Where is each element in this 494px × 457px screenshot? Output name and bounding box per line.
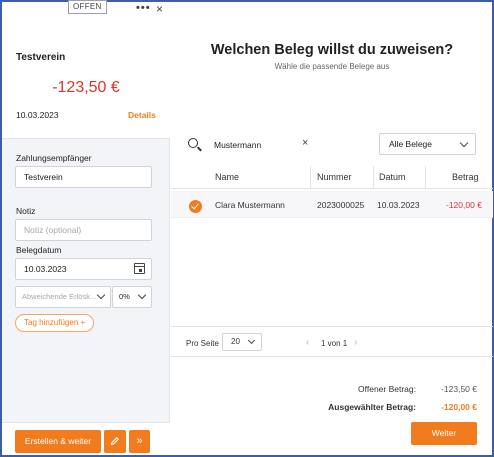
chevron-down-icon	[137, 290, 147, 300]
edit-button[interactable]	[104, 430, 126, 453]
pencil-icon	[110, 436, 120, 446]
row-amount: -120,00 €	[446, 200, 482, 210]
selected-amount-label: Ausgewählter Betrag:	[328, 402, 416, 412]
payee-label: Zahlungsempfänger	[16, 153, 92, 163]
column-divider	[425, 166, 426, 188]
add-tag-button[interactable]: Tag hinzufügen +	[15, 314, 95, 332]
create-and-continue-button[interactable]: Erstellen & weiter	[15, 430, 101, 453]
divider	[171, 326, 493, 327]
forward-button[interactable]: »	[129, 430, 150, 453]
divider	[171, 356, 493, 357]
row-number: 2023000025	[317, 200, 365, 210]
next-button[interactable]: Weiter	[411, 422, 477, 445]
transaction-date: 10.03.2023	[16, 110, 59, 120]
page-subtitle: Wähle die passende Belege aus	[274, 62, 390, 71]
column-header-number[interactable]: Nummer	[317, 172, 352, 182]
close-icon[interactable]: ×	[156, 2, 163, 16]
revenue-account-select[interactable]: Abweichende Erlösk...	[15, 286, 111, 308]
page-info: 1 von 1	[321, 339, 348, 348]
status-badge: OFFEN	[68, 0, 107, 14]
filter-value: Alle Belege	[389, 139, 433, 149]
selected-check-icon[interactable]	[189, 200, 202, 213]
search-icon[interactable]	[188, 138, 198, 148]
transaction-summary: OFFEN ••• × Testverein -123,50 € 10.03.2…	[2, 0, 170, 139]
search-input[interactable]: Mustermann	[214, 140, 261, 150]
document-filter-select[interactable]: Alle Belege	[379, 133, 476, 155]
row-date: 10.03.2023	[377, 200, 420, 210]
doc-date-value: 10.03.2023	[24, 264, 67, 274]
doc-date-field[interactable]: 10.03.2023	[15, 258, 152, 280]
table-header: Name Nummer Datum Betrag	[171, 164, 493, 189]
prev-page-icon[interactable]: ‹	[306, 337, 309, 348]
per-page-select[interactable]: 20	[222, 333, 262, 351]
column-divider	[310, 166, 311, 188]
open-amount-value: -123,50 €	[441, 384, 477, 394]
chevron-down-icon	[96, 290, 106, 300]
note-label: Notiz	[16, 206, 36, 216]
column-header-amount[interactable]: Betrag	[452, 172, 479, 182]
chevron-down-icon	[247, 336, 256, 345]
column-header-name[interactable]: Name	[215, 172, 239, 182]
tax-rate-select[interactable]: 0%	[112, 286, 152, 308]
table-row[interactable]: Clara Mustermann 2023000025 10.03.2023 -…	[171, 191, 493, 218]
per-page-label: Pro Seite	[186, 339, 219, 348]
vendor-name: Testverein	[16, 52, 66, 63]
note-field[interactable]: Notiz (optional)	[15, 219, 152, 241]
transaction-amount: -123,50 €	[52, 79, 120, 96]
row-name: Clara Mustermann	[215, 200, 285, 210]
doc-date-label: Belegdatum	[16, 245, 62, 255]
tax-rate-value: 0%	[119, 292, 130, 301]
selected-amount-value: -120,00 €	[441, 402, 477, 412]
transaction-panel: OFFEN ••• × Testverein -123,50 € 10.03.2…	[2, 0, 170, 455]
details-link[interactable]: Details	[128, 110, 156, 120]
revenue-account-placeholder: Abweichende Erlösk...	[22, 292, 97, 301]
clear-search-icon[interactable]: ×	[302, 137, 308, 149]
column-header-date[interactable]: Datum	[379, 172, 406, 182]
more-options-icon[interactable]: •••	[136, 2, 151, 14]
page-title: Welchen Beleg willst du zuweisen?	[210, 42, 454, 58]
chevron-down-icon	[459, 138, 469, 148]
next-page-icon[interactable]: ›	[354, 337, 357, 348]
calendar-icon[interactable]	[134, 263, 145, 274]
open-amount-label: Offener Betrag:	[358, 384, 416, 394]
column-divider	[373, 166, 374, 188]
per-page-value: 20	[231, 337, 240, 346]
payee-field[interactable]: Testverein	[15, 166, 152, 188]
